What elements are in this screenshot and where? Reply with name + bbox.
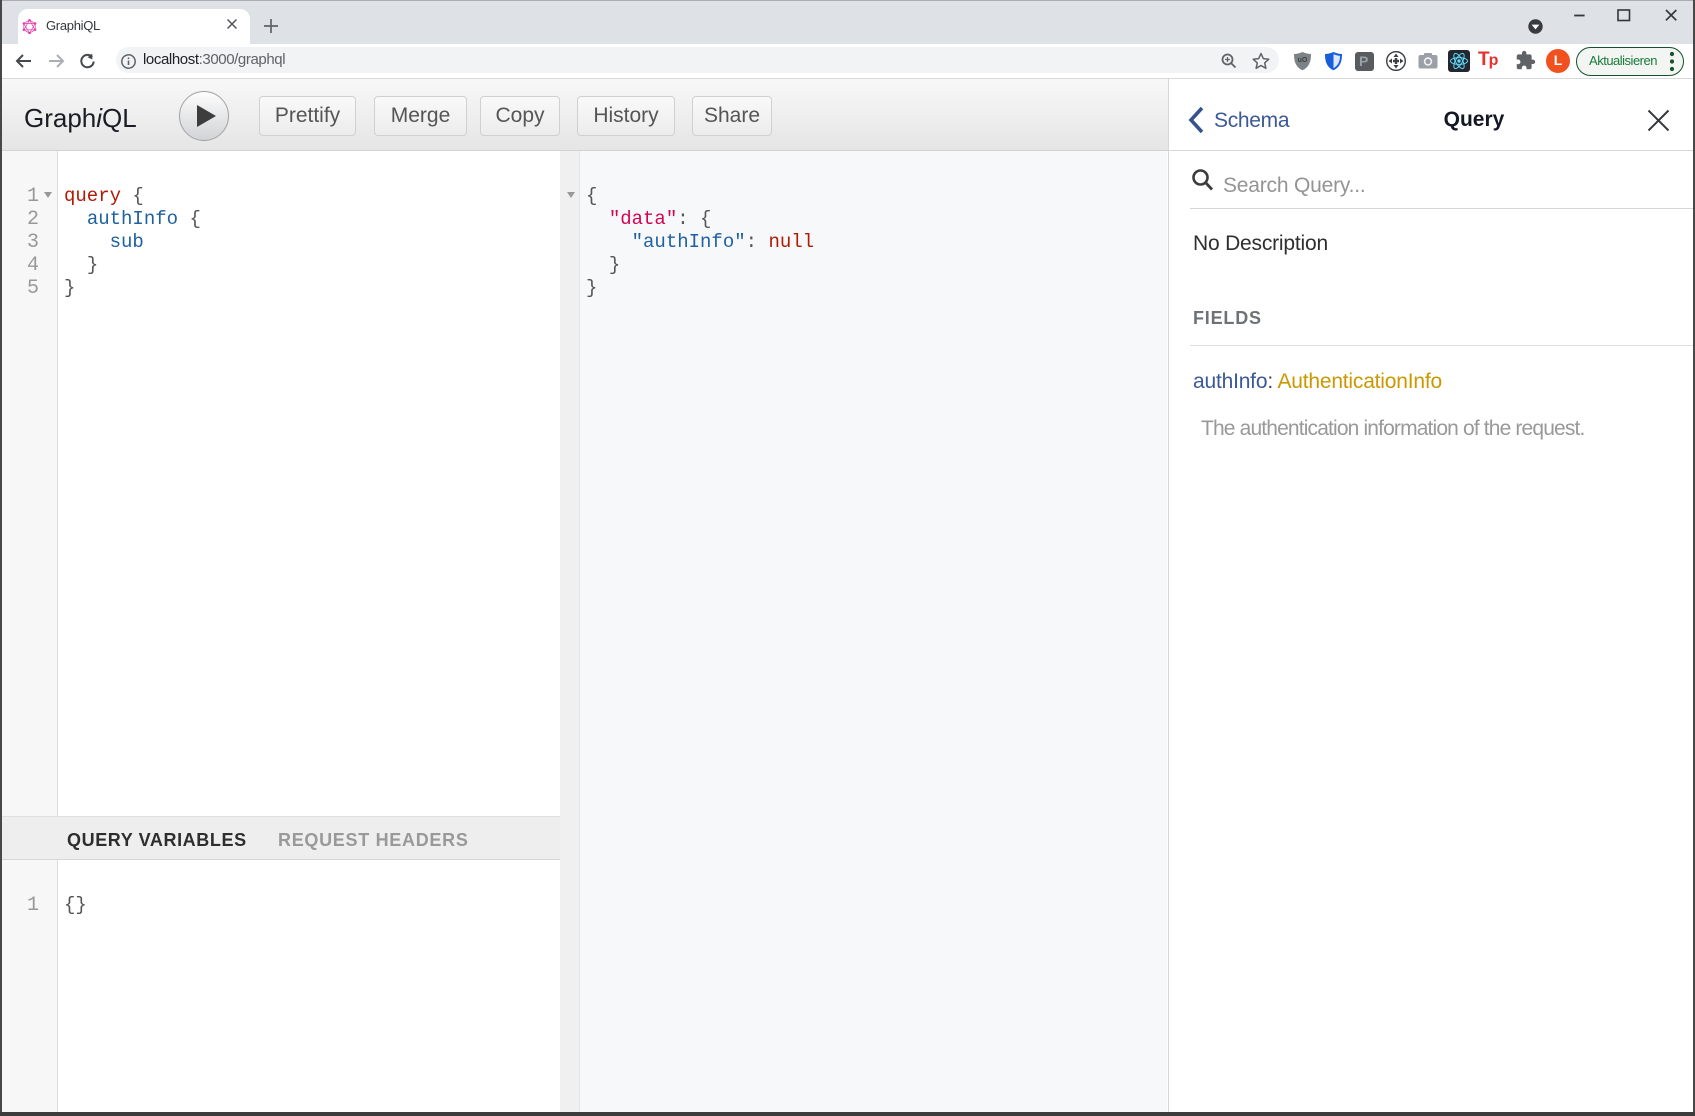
svg-text:uO: uO (1298, 57, 1308, 64)
